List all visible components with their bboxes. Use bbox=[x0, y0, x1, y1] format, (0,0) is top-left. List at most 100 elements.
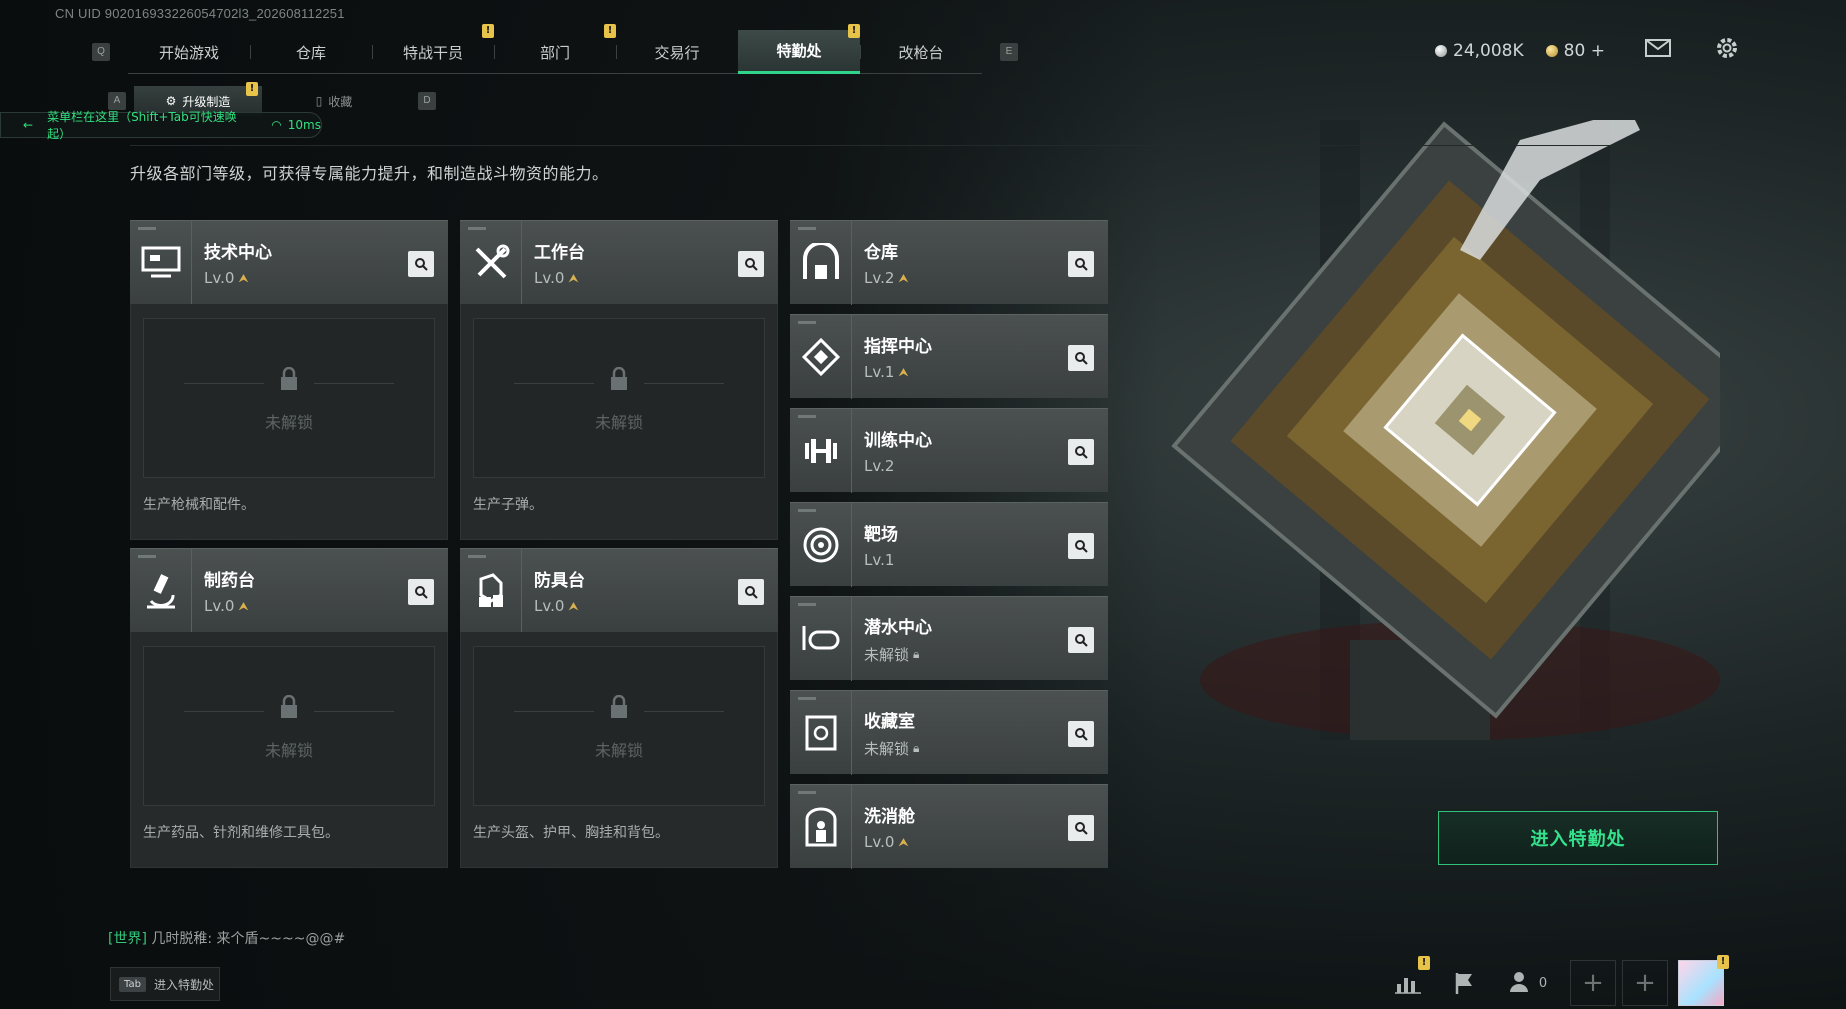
friends-button[interactable]: 0 bbox=[1492, 960, 1564, 1006]
stats-icon[interactable]: ! bbox=[1380, 956, 1436, 1006]
card-command-center[interactable]: 指挥中心 Lv.1 ⮝ bbox=[790, 314, 1108, 399]
card-level: 未解锁 bbox=[864, 739, 910, 758]
tab-gunsmith[interactable]: 改枪台 bbox=[860, 30, 982, 74]
hotkey-q: Q bbox=[92, 43, 110, 61]
card-workbench[interactable]: 工作台 Lv.0 ⮝ 未解锁 生产子弹。 bbox=[460, 220, 778, 540]
tab-trading[interactable]: 交易行 bbox=[616, 30, 738, 74]
card-name: 指挥中心 bbox=[864, 337, 932, 357]
tab-label: 交易行 bbox=[654, 43, 700, 62]
upgrade-arrow-icon: ⮝ bbox=[568, 271, 579, 285]
craft-icon: ⚙ bbox=[165, 94, 177, 108]
warehouse-icon bbox=[790, 220, 852, 305]
tab-start-game[interactable]: 开始游戏 bbox=[128, 30, 250, 74]
search-icon[interactable] bbox=[1068, 439, 1094, 465]
tag-mark bbox=[798, 321, 816, 324]
search-icon[interactable] bbox=[1068, 533, 1094, 559]
card-shooting-range[interactable]: 靶场 Lv.1 bbox=[790, 502, 1108, 587]
card-header: 仓库 Lv.2 ⮝ bbox=[790, 220, 1108, 305]
subtab-label: 升级制造 bbox=[182, 94, 231, 109]
menu-hint-text: 菜单栏在这里（Shift+Tab可快速唤起） bbox=[47, 110, 237, 141]
plus-icon: + bbox=[1634, 968, 1656, 998]
card-body: 未解锁 生产子弹。 bbox=[460, 304, 778, 540]
card-decontamination[interactable]: 洗消舱 Lv.0 ⮝ bbox=[790, 784, 1108, 869]
card-description: 生产枪械和配件。 bbox=[143, 497, 255, 513]
collection-icon bbox=[790, 690, 852, 775]
search-icon[interactable] bbox=[1068, 721, 1094, 747]
card-header: 指挥中心 Lv.1 ⮝ bbox=[790, 314, 1108, 399]
tab-label: 特勤处 bbox=[776, 42, 822, 60]
tab-hint-label: 进入特勤处 bbox=[153, 977, 214, 992]
search-icon[interactable] bbox=[738, 251, 764, 277]
search-icon[interactable] bbox=[408, 251, 434, 277]
tag-mark bbox=[798, 603, 816, 606]
card-header: 训练中心 Lv.2 bbox=[790, 408, 1108, 493]
card-warehouse[interactable]: 仓库 Lv.2 ⮝ bbox=[790, 220, 1108, 305]
arrow-left-icon: ← bbox=[23, 118, 34, 132]
silver-coin-icon bbox=[1435, 44, 1447, 57]
card-armor-bench[interactable]: 防具台 Lv.0 ⮝ 未解锁 生产头盔、护甲、胸挂和背包。 bbox=[460, 548, 778, 868]
search-icon[interactable] bbox=[1068, 627, 1094, 653]
card-tech-center[interactable]: 技术中心 Lv.0 ⮝ 未解锁 生产枪械和配件。 bbox=[130, 220, 448, 540]
lock-icon: 🔒︎ bbox=[913, 646, 920, 661]
card-level: Lv.0 bbox=[534, 269, 565, 287]
card-level: Lv.1 bbox=[864, 363, 895, 381]
flag-icon[interactable] bbox=[1436, 960, 1492, 1006]
lock-icon: 🔒︎ bbox=[913, 740, 920, 755]
card-description: 生产子弹。 bbox=[473, 497, 543, 513]
card-header: 潜水中心未解锁 🔒︎ bbox=[790, 596, 1108, 681]
hotkey-e: E bbox=[1000, 43, 1018, 61]
add-slot-button[interactable]: + bbox=[1570, 960, 1616, 1006]
monitor-icon bbox=[130, 220, 192, 305]
card-body: 未解锁 生产枪械和配件。 bbox=[130, 304, 448, 540]
card-collection-room[interactable]: 收藏室 未解锁 🔒︎ bbox=[790, 690, 1108, 775]
tag-mark bbox=[798, 415, 816, 418]
facility-cube-art bbox=[1171, 120, 1720, 740]
search-icon[interactable] bbox=[738, 579, 764, 605]
card-name: 潜水中心 bbox=[864, 617, 932, 638]
card-training-center[interactable]: 训练中心 Lv.2 bbox=[790, 408, 1108, 493]
ping-text: 10ms bbox=[287, 118, 321, 132]
add-slot-button[interactable]: + bbox=[1622, 960, 1668, 1006]
gold-currency[interactable]: 80 + bbox=[1545, 41, 1605, 61]
menu-hint-banner[interactable]: ← 菜单栏在这里（Shift+Tab可快速唤起） ◠ 10ms bbox=[0, 110, 322, 141]
enter-special-ops-button[interactable]: 进入特勤处 bbox=[1438, 811, 1718, 865]
tab-warehouse[interactable]: 仓库 bbox=[250, 30, 372, 74]
wifi-icon: ◠ bbox=[271, 118, 282, 132]
lock-icon bbox=[144, 694, 434, 723]
card-level: Lv.0 bbox=[534, 597, 565, 615]
tab-departments[interactable]: 部门! bbox=[494, 24, 616, 74]
card-level: 未解锁 bbox=[864, 645, 910, 664]
settings-gear-icon[interactable] bbox=[1715, 36, 1739, 65]
tab-special-ops[interactable]: 特勤处! bbox=[738, 24, 860, 74]
card-body: 未解锁 生产药品、针剂和维修工具包。 bbox=[130, 632, 448, 868]
tab-label: 特战干员 bbox=[402, 43, 463, 62]
card-pharmacy[interactable]: 制药台 Lv.0 ⮝ 未解锁 生产药品、针剂和维修工具包。 bbox=[130, 548, 448, 868]
search-icon[interactable] bbox=[1068, 251, 1094, 277]
search-icon[interactable] bbox=[1068, 345, 1094, 371]
target-icon bbox=[790, 502, 852, 587]
chat-line[interactable]: [世界] 几时脱稚: 来个盾~~~~@@# bbox=[108, 928, 345, 948]
upgrade-arrow-icon: ⮝ bbox=[898, 271, 909, 285]
search-icon[interactable] bbox=[408, 579, 434, 605]
tab-operators[interactable]: 特战干员! bbox=[372, 24, 494, 74]
card-level: Lv.2 bbox=[864, 457, 895, 475]
card-level: Lv.0 bbox=[204, 597, 235, 615]
tab-label: 开始游戏 bbox=[158, 43, 219, 62]
armor-icon bbox=[460, 548, 522, 633]
tab-label: 改枪台 bbox=[898, 43, 944, 62]
card-diving-center[interactable]: 潜水中心未解锁 🔒︎ bbox=[790, 596, 1108, 681]
tab-label: 部门 bbox=[539, 43, 570, 62]
avatar[interactable]: ! bbox=[1678, 955, 1729, 1006]
tag-mark bbox=[468, 227, 486, 230]
tab-hint[interactable]: Tab 进入特勤处 bbox=[110, 967, 220, 1001]
search-icon[interactable] bbox=[1068, 815, 1094, 841]
card-name: 靶场 bbox=[864, 525, 898, 545]
mail-icon[interactable] bbox=[1644, 39, 1671, 62]
card-name: 防具台 bbox=[534, 571, 585, 591]
tag-mark bbox=[798, 509, 816, 512]
add-gold-icon[interactable]: + bbox=[1591, 41, 1605, 61]
tab-key: Tab bbox=[119, 976, 146, 992]
card-level: Lv.0 bbox=[204, 269, 235, 287]
card-name: 工作台 bbox=[534, 243, 585, 263]
warning-badge: ! bbox=[482, 24, 494, 38]
